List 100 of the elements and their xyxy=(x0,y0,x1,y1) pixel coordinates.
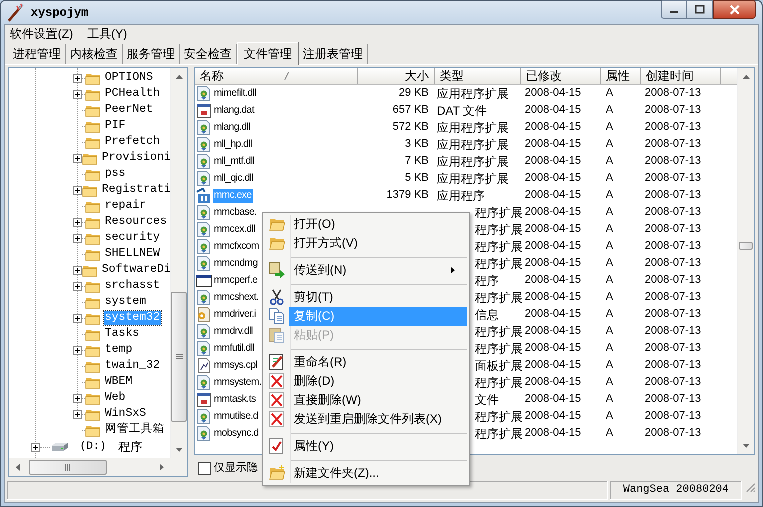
expand-icon[interactable] xyxy=(73,234,82,242)
menu-item[interactable]: 剪切(T) xyxy=(289,288,467,307)
tree-item[interactable]: Web xyxy=(104,391,127,405)
file-name[interactable]: mmdriver.i xyxy=(213,308,258,322)
tree-item[interactable]: pss xyxy=(104,167,127,181)
file-name[interactable]: mll_mtf.dll xyxy=(213,154,256,168)
tree-item[interactable]: Tasks xyxy=(104,327,141,341)
tree-item[interactable]: Registrati xyxy=(101,183,170,197)
tree-item[interactable]: security xyxy=(104,231,162,245)
file-name[interactable]: mobsync.d xyxy=(213,426,260,440)
menu-item[interactable]: 新建文件夹(Z)... xyxy=(289,464,467,483)
menu-item[interactable]: 传送到(N) xyxy=(289,261,467,280)
scroll-down-icon[interactable] xyxy=(176,448,182,452)
column-header[interactable]: 属性 xyxy=(601,68,641,84)
column-header[interactable]: 已修改 xyxy=(521,68,601,84)
scrollbar[interactable] xyxy=(737,68,754,454)
expand-icon[interactable] xyxy=(73,218,82,226)
expand-icon[interactable] xyxy=(73,314,82,322)
maximize-button[interactable] xyxy=(687,0,713,19)
scrollbar[interactable] xyxy=(170,68,187,458)
tree-item[interactable]: 网管工具箱 xyxy=(104,423,166,437)
checkbox[interactable] xyxy=(198,462,211,474)
expand-icon[interactable] xyxy=(73,266,82,274)
scroll-left-icon[interactable] xyxy=(16,464,20,470)
menu-item[interactable]: 删除(D) xyxy=(289,372,467,391)
file-name[interactable]: mmtask.ts xyxy=(213,392,257,406)
checkbox-label[interactable]: 仅显示隐 xyxy=(214,460,258,476)
drive-letter[interactable]: (D:) xyxy=(80,438,106,456)
tree-item[interactable]: OPTIONS xyxy=(104,71,154,85)
file-name[interactable]: mmutilse.d xyxy=(213,410,260,424)
file-name[interactable]: mmcbase. xyxy=(213,206,258,220)
tab[interactable]: 服务管理 xyxy=(123,44,180,64)
tree-item[interactable]: temp xyxy=(104,343,134,357)
file-name[interactable]: mimefilt.dll xyxy=(213,86,258,100)
tab[interactable]: 进程管理 xyxy=(9,44,66,64)
tree-item[interactable]: WinSxS xyxy=(104,407,148,421)
menu-item[interactable]: 打开方式(V) xyxy=(289,234,467,253)
scroll-down-icon[interactable] xyxy=(742,444,750,448)
expand-icon[interactable] xyxy=(73,154,82,162)
file-name[interactable]: mmcndmg xyxy=(213,256,259,270)
file-name[interactable]: mmsystem. xyxy=(213,376,263,390)
table-cell-text: A xyxy=(605,341,614,356)
expand-icon[interactable] xyxy=(31,442,40,452)
file-name[interactable]: mmcfxcom xyxy=(213,240,260,254)
expand-icon[interactable] xyxy=(73,282,82,290)
scrollbar[interactable] xyxy=(9,458,187,476)
expand-icon[interactable] xyxy=(73,74,82,82)
tree-item[interactable]: SHELLNEW xyxy=(104,247,162,261)
menu-item[interactable]: 属性(Y) xyxy=(289,437,467,456)
drive-label[interactable]: 程序 xyxy=(118,438,142,456)
column-header[interactable]: 创建时间 xyxy=(641,68,721,84)
tab[interactable]: 文件管理 xyxy=(237,42,299,65)
scroll-thumb[interactable] xyxy=(739,242,753,250)
file-name[interactable]: mmcshext. xyxy=(213,290,260,304)
file-name[interactable]: mlang.dll xyxy=(213,120,252,134)
expand-icon[interactable] xyxy=(73,410,82,418)
table-cell-text: 程序扩展 xyxy=(475,324,521,340)
tree-item[interactable]: PCHealth xyxy=(104,87,162,101)
menu-item[interactable]: 重命名(R) xyxy=(289,353,467,372)
scroll-up-icon[interactable] xyxy=(742,74,750,78)
close-button[interactable] xyxy=(713,0,756,19)
menu-item[interactable]: 发送到重启删除文件列表(X) xyxy=(289,410,467,429)
file-name[interactable]: mlang.dat xyxy=(213,104,256,118)
tab[interactable]: 注册表管理 xyxy=(299,44,368,64)
file-name[interactable]: mmfutil.dll xyxy=(213,342,256,356)
expand-icon[interactable] xyxy=(73,90,82,98)
expand-icon[interactable] xyxy=(73,186,82,194)
tree-item[interactable]: Prefetch xyxy=(104,135,162,149)
menu-item[interactable]: 直接删除(W) xyxy=(289,391,467,410)
file-name[interactable]: mmsys.cpl xyxy=(213,358,259,372)
scroll-up-icon[interactable] xyxy=(176,74,182,78)
file-name[interactable]: mll_hp.dll xyxy=(213,138,254,152)
menu-item[interactable]: 软件设置(Z) xyxy=(10,24,74,42)
column-header[interactable]: 大小 xyxy=(358,68,435,84)
tree-item[interactable]: Resources xyxy=(104,215,168,229)
column-header[interactable]: 名称 xyxy=(195,68,358,84)
tree-item[interactable]: WBEM xyxy=(104,375,134,389)
folder-icon xyxy=(268,216,286,233)
minimize-button[interactable] xyxy=(661,0,687,19)
scroll-right-icon[interactable] xyxy=(160,464,164,470)
file-name[interactable]: mmdrv.dll xyxy=(213,324,254,338)
tree-item[interactable]: system xyxy=(104,295,148,309)
file-name[interactable]: mmcperf.e xyxy=(213,274,259,288)
tree-item[interactable]: repair xyxy=(104,199,148,213)
tree-item[interactable]: Provisioni xyxy=(101,151,170,165)
tab[interactable]: 内核检查 xyxy=(66,44,123,64)
tree-item[interactable]: srchasst xyxy=(104,279,162,293)
menu-item[interactable]: 打开(O) xyxy=(289,215,467,234)
file-name[interactable]: mll_qic.dll xyxy=(213,172,255,186)
tree-item[interactable]: twain_32 xyxy=(104,359,162,373)
table-cell-text: 2008-07-13 xyxy=(644,426,702,442)
tree-item[interactable]: SoftwareDi xyxy=(101,263,170,277)
menu-item[interactable]: 工具(Y) xyxy=(87,24,128,42)
tree-item[interactable]: PIF xyxy=(104,119,127,133)
file-name[interactable]: mmcex.dll xyxy=(213,222,256,236)
column-header[interactable]: 类型 xyxy=(435,68,521,84)
expand-icon[interactable] xyxy=(73,346,82,354)
tree-item[interactable]: PeerNet xyxy=(104,103,154,117)
sort-icon xyxy=(284,72,290,80)
expand-icon[interactable] xyxy=(73,394,82,402)
